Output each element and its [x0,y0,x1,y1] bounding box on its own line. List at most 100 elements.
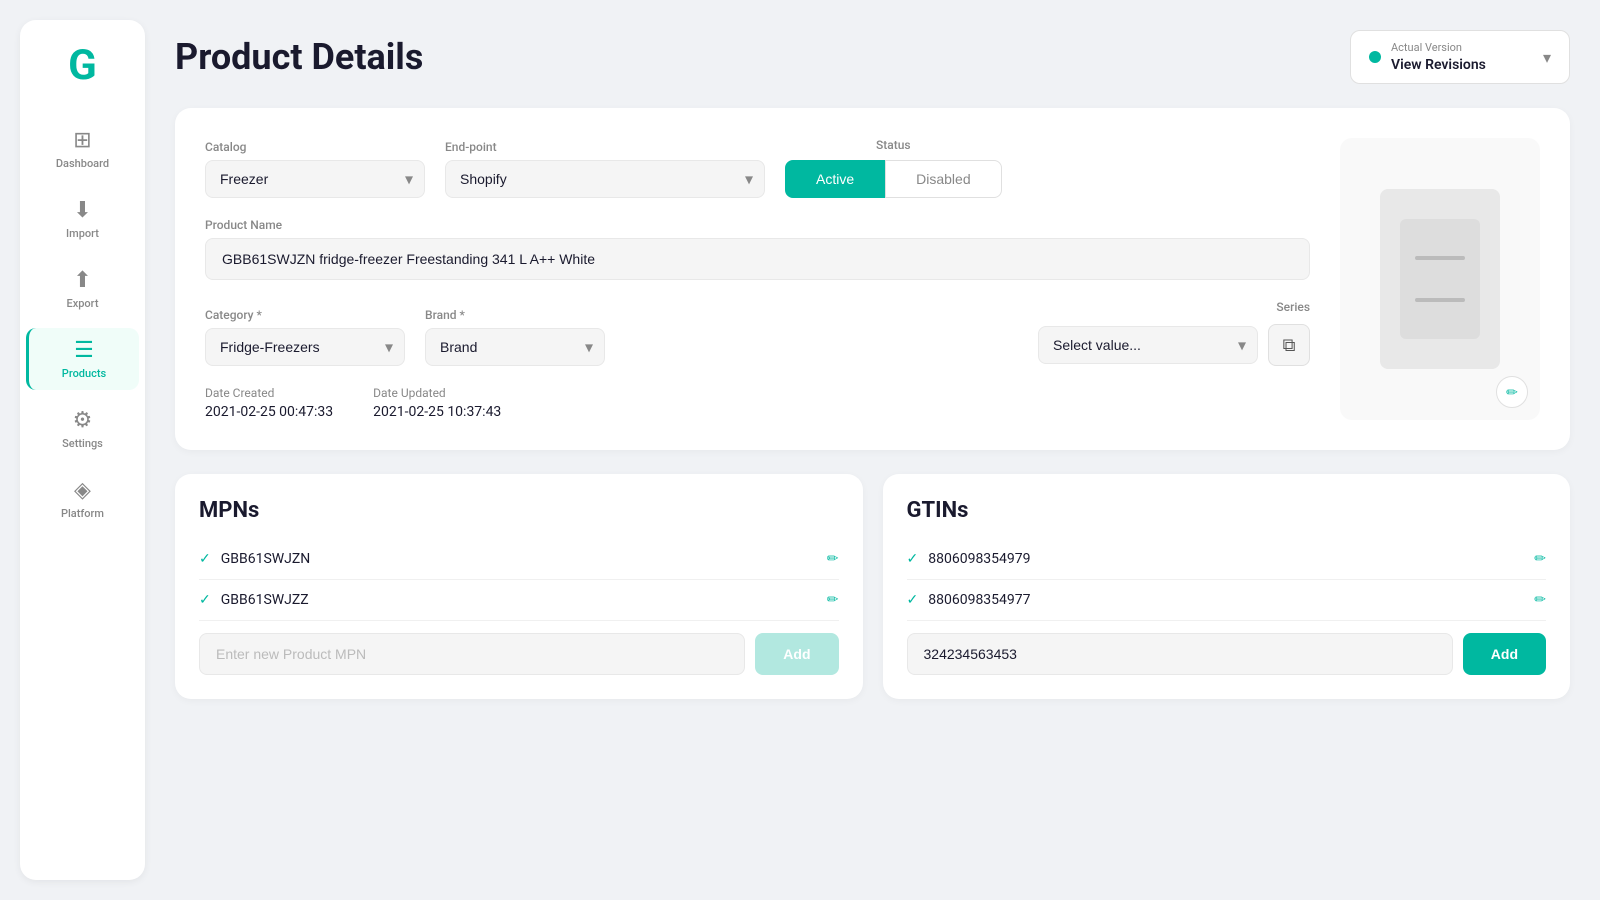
check-icon: ✓ [199,592,211,608]
mpn-value: GBB61SWJZN [221,551,311,567]
mpn-item-left: ✓ GBB61SWJZZ [199,592,309,608]
edit-image-button[interactable]: ✏ [1496,376,1528,408]
status-label: Status [785,138,1002,152]
category-group: Category * Fridge-Freezers [205,308,405,366]
date-updated-label: Date Updated [373,386,501,400]
product-form-card: Catalog Freezer End-point Shopify [175,108,1570,450]
version-text: Actual Version View Revisions [1391,41,1533,73]
add-mpn-row: Add [199,633,839,675]
product-name-label: Product Name [205,218,1310,232]
edit-mpn-icon[interactable]: ✏ [827,592,839,608]
cat-brand-series-row: Category * Fridge-Freezers Brand * Brand [205,300,1310,366]
endpoint-select-wrapper: Shopify [445,160,765,198]
copy-series-button[interactable]: ⧉ [1268,324,1310,366]
product-image-panel: ✏ [1340,138,1540,420]
dashboard-icon: ⊞ [73,128,91,153]
date-created-label: Date Created [205,386,333,400]
endpoint-label: End-point [445,140,765,154]
version-status-dot [1369,51,1381,63]
sidebar-item-settings[interactable]: ⚙ Settings [26,398,139,460]
sidebar-item-products[interactable]: ☰ Products [26,328,139,390]
edit-gtin-icon[interactable]: ✏ [1534,592,1546,608]
add-gtin-button[interactable]: Add [1463,633,1546,675]
product-name-input[interactable] [205,238,1310,280]
category-select-wrapper: Fridge-Freezers [205,328,405,366]
mpns-title: MPNs [199,498,839,523]
dates-row: Date Created 2021-02-25 00:47:33 Date Up… [205,386,1310,420]
form-fields: Catalog Freezer End-point Shopify [205,138,1310,420]
date-created-value: 2021-02-25 00:47:33 [205,404,333,420]
sidebar-item-label: Export [67,297,99,310]
gtins-title: GTINs [907,498,1547,523]
status-active-button[interactable]: Active [785,160,885,198]
gtin-value: 8806098354979 [928,551,1030,567]
mpn-item-left: ✓ GBB61SWJZN [199,551,310,567]
product-name-group: Product Name [205,218,1310,280]
status-toggle: Active Disabled [785,160,1002,198]
edit-mpn-icon[interactable]: ✏ [827,551,839,567]
chevron-down-icon: ▾ [1543,48,1551,67]
series-group: Series Select value... ⧉ [625,300,1310,366]
catalog-select[interactable]: Freezer [205,160,425,198]
mpn-value: GBB61SWJZZ [221,592,309,608]
products-icon: ☰ [74,338,94,363]
sidebar-item-label: Settings [62,437,103,450]
catalog-group: Catalog Freezer [205,140,425,198]
add-gtin-row: Add [907,633,1547,675]
list-item: ✓ GBB61SWJZZ ✏ [199,580,839,621]
copy-icon: ⧉ [1283,335,1296,356]
brand-select[interactable]: Brand [425,328,605,366]
endpoint-group: End-point Shopify [445,140,765,198]
list-item: ✓ 8806098354979 ✏ [907,539,1547,580]
gtins-card: GTINs ✓ 8806098354979 ✏ ✓ 8806098354977 … [883,474,1571,699]
date-updated-value: 2021-02-25 10:37:43 [373,404,501,420]
category-select[interactable]: Fridge-Freezers [205,328,405,366]
mpns-card: MPNs ✓ GBB61SWJZN ✏ ✓ GBB61SWJZZ ✏ Add [175,474,863,699]
sidebar-item-dashboard[interactable]: ⊞ Dashboard [26,118,139,180]
add-mpn-button[interactable]: Add [755,633,838,675]
sidebar-item-import[interactable]: ⬇ Import [26,188,139,250]
series-label: Series [1276,300,1310,314]
status-disabled-button[interactable]: Disabled [885,160,1001,198]
sidebar: G ⊞ Dashboard ⬇ Import ⬆ Export ☰ Produc… [20,20,145,880]
version-dropdown[interactable]: Actual Version View Revisions ▾ [1350,30,1570,84]
check-icon: ✓ [907,551,919,567]
brand-select-wrapper: Brand [425,328,605,366]
platform-icon: ◈ [74,478,91,503]
brand-label: Brand * [425,308,605,322]
catalog-endpoint-row: Catalog Freezer End-point Shopify [205,138,1310,198]
sidebar-item-export[interactable]: ⬆ Export [26,258,139,320]
add-gtin-input[interactable] [907,633,1453,675]
settings-icon: ⚙ [73,408,93,433]
app-logo: G [58,40,108,90]
sidebar-item-label: Dashboard [56,157,109,170]
add-mpn-input[interactable] [199,633,745,675]
status-group: Status Active Disabled [785,138,1002,198]
brand-group: Brand * Brand [425,308,605,366]
catalog-select-wrapper: Freezer [205,160,425,198]
gtin-value: 8806098354977 [928,592,1030,608]
page-header: Product Details Actual Version View Revi… [175,30,1570,84]
gtin-item-left: ✓ 8806098354979 [907,551,1031,567]
page-title: Product Details [175,36,423,78]
series-select[interactable]: Select value... [1038,326,1258,364]
sidebar-item-label: Platform [61,507,104,520]
sidebar-item-label: Import [66,227,99,240]
version-action: View Revisions [1391,57,1486,73]
date-created-group: Date Created 2021-02-25 00:47:33 [205,386,333,420]
date-updated-group: Date Updated 2021-02-25 10:37:43 [373,386,501,420]
endpoint-select[interactable]: Shopify [445,160,765,198]
sidebar-item-label: Products [62,367,106,380]
category-label: Category * [205,308,405,322]
sidebar-item-platform[interactable]: ◈ Platform [26,468,139,530]
catalog-label: Catalog [205,140,425,154]
list-item: ✓ GBB61SWJZN ✏ [199,539,839,580]
version-label: Actual Version [1391,41,1533,54]
mpns-gtins-section: MPNs ✓ GBB61SWJZN ✏ ✓ GBB61SWJZZ ✏ Add [175,474,1570,699]
import-icon: ⬇ [73,198,91,223]
list-item: ✓ 8806098354977 ✏ [907,580,1547,621]
export-icon: ⬆ [73,268,91,293]
gtin-item-left: ✓ 8806098354977 [907,592,1031,608]
edit-gtin-icon[interactable]: ✏ [1534,551,1546,567]
check-icon: ✓ [199,551,211,567]
